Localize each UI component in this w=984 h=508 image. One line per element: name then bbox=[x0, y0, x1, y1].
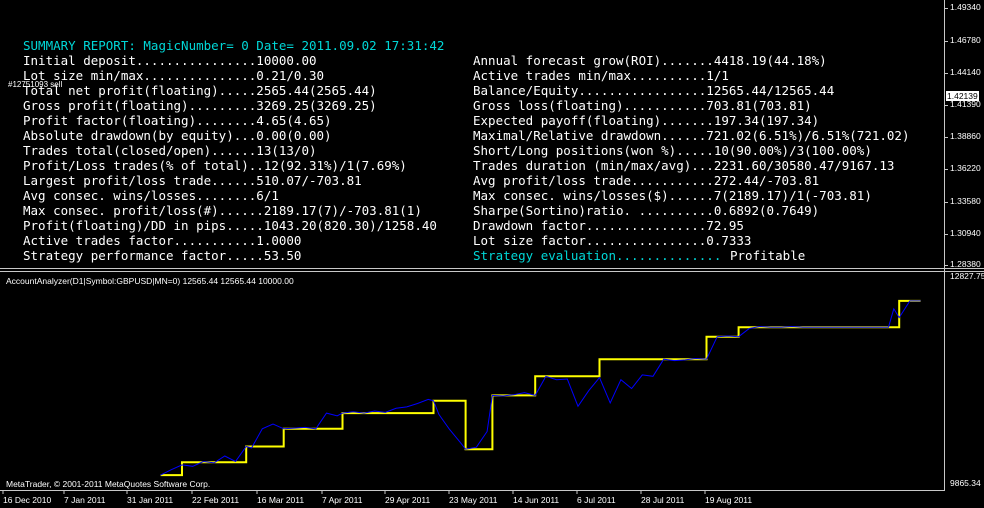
sub-ymax-label: 12827.75 bbox=[950, 271, 984, 281]
equity-chart: 12827.75 9865.34 16 Dec 2010 7 Jan 2011 31 J… bbox=[2, 271, 984, 505]
date-label: 7 Jan 2011 bbox=[64, 495, 106, 505]
sub-ymin-label: 9865.34 bbox=[950, 478, 981, 488]
date-label: 23 May 2011 bbox=[449, 495, 498, 505]
date-label: 31 Jan 2011 bbox=[127, 495, 173, 505]
date-label: 19 Aug 2011 bbox=[705, 495, 752, 505]
date-label: 14 Jun 2011 bbox=[513, 495, 559, 505]
date-label: 16 Mar 2011 bbox=[257, 495, 304, 505]
date-label: 16 Dec 2010 bbox=[3, 495, 51, 505]
date-label: 29 Apr 2011 bbox=[385, 495, 430, 505]
equity-line bbox=[160, 300, 921, 476]
date-label: 28 Jul 2011 bbox=[641, 495, 685, 505]
date-label: 7 Apr 2011 bbox=[322, 495, 363, 505]
date-label: 6 Jul 2011 bbox=[577, 495, 616, 505]
date-label: 22 Feb 2011 bbox=[192, 495, 239, 505]
